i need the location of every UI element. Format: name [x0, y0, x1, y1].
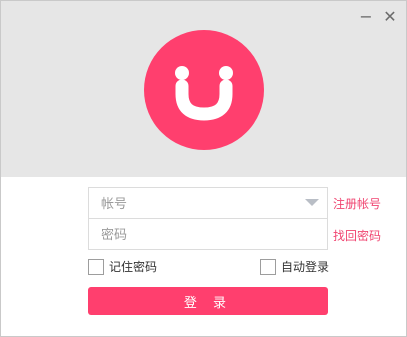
close-button[interactable]: ✕: [381, 8, 399, 26]
close-icon: ✕: [383, 7, 397, 26]
header-banner: − ✕: [1, 1, 406, 177]
register-link[interactable]: 注册帐号: [333, 195, 381, 212]
chevron-down-icon[interactable]: [305, 199, 319, 206]
login-button[interactable]: 登 录: [88, 287, 328, 315]
avatar: [144, 30, 264, 150]
login-window: − ✕ 注册帐号 找回密码 记住密码: [0, 0, 407, 337]
password-input[interactable]: [99, 219, 303, 251]
account-field[interactable]: [88, 187, 328, 220]
smiley-face-icon: [144, 30, 264, 150]
checkbox-box[interactable]: [260, 258, 276, 275]
minimize-icon: −: [359, 7, 373, 26]
remember-password-label: 记住密码: [109, 260, 158, 274]
recover-password-link[interactable]: 找回密码: [333, 227, 381, 244]
minimize-button[interactable]: −: [357, 8, 375, 26]
remember-password-checkbox[interactable]: 记住密码: [88, 258, 157, 275]
auto-login-label: 自动登录: [281, 260, 330, 274]
password-field[interactable]: [88, 218, 328, 251]
account-input[interactable]: [99, 188, 303, 220]
checkbox-box[interactable]: [88, 258, 104, 275]
auto-login-checkbox[interactable]: 自动登录: [260, 258, 329, 275]
login-form: 注册帐号 找回密码 记住密码 自动登录 登 录: [1, 177, 406, 336]
